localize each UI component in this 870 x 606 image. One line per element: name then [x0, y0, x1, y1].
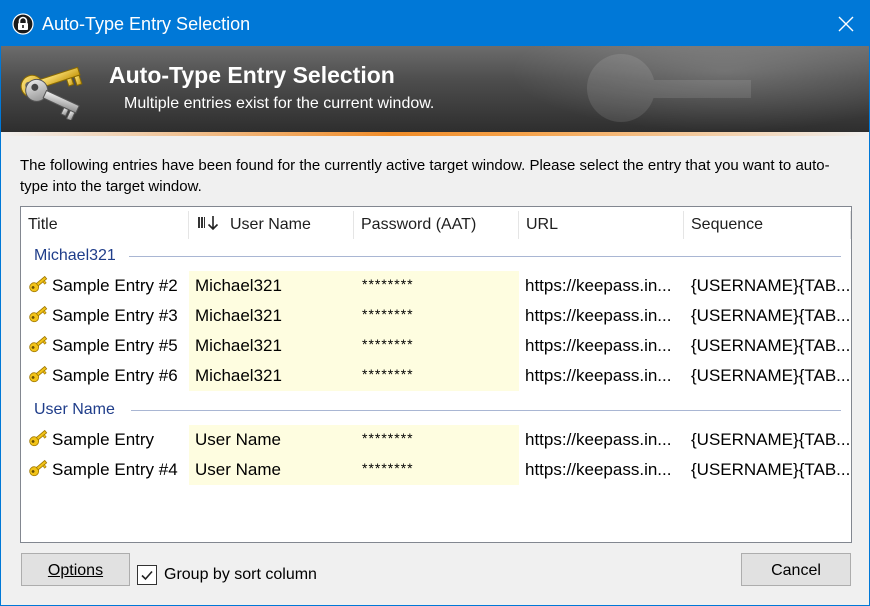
user-name-cell: Michael321 — [189, 301, 354, 331]
password-cell: ******** — [354, 331, 519, 361]
password-cell: ******** — [354, 455, 519, 485]
key-icon — [29, 429, 48, 447]
user-name-cell: Michael321 — [189, 331, 354, 361]
key-icon — [29, 305, 48, 323]
dialog-window: Auto-Type Entry Selection Auto-Type Entr… — [0, 0, 870, 606]
password-cell: ******** — [354, 271, 519, 301]
header-banner: Auto-Type Entry Selection Multiple entri… — [1, 46, 869, 132]
sequence-cell: {USERNAME}{TAB... — [691, 460, 851, 479]
password-cell: ******** — [354, 361, 519, 391]
table-row[interactable]: Sample Entry #5 Michael321 ******** http… — [21, 331, 851, 361]
url-cell: https://keepass.in... — [525, 276, 672, 295]
url-cell: https://keepass.in... — [525, 430, 672, 449]
url-cell: https://keepass.in... — [525, 336, 672, 355]
column-header-password[interactable]: Password (AAT) — [354, 207, 519, 243]
keepass-lock-icon — [12, 13, 34, 35]
banner-watermark-key-icon — [587, 54, 751, 122]
key-icon — [29, 459, 48, 477]
banner-title: Auto-Type Entry Selection — [109, 62, 395, 88]
title-bar[interactable]: Auto-Type Entry Selection — [1, 1, 869, 46]
group-divider — [131, 410, 841, 411]
group-by-sort-column-checkbox[interactable] — [137, 565, 157, 585]
table-row[interactable]: Sample Entry User Name ******** https://… — [21, 425, 851, 455]
column-header-user-name[interactable]: User Name — [189, 207, 354, 243]
column-header-sequence[interactable]: Sequence — [684, 207, 851, 243]
sequence-cell: {USERNAME}{TAB... — [691, 366, 851, 385]
group-by-sort-column-label[interactable]: Group by sort column — [164, 565, 317, 585]
sequence-cell: {USERNAME}{TAB... — [691, 430, 851, 449]
url-cell: https://keepass.in... — [525, 460, 672, 479]
sequence-cell: {USERNAME}{TAB... — [691, 276, 851, 295]
list-header: Title User Name Password (AAT) URL Seque… — [21, 207, 851, 243]
table-row[interactable]: Sample Entry #6 Michael321 ******** http… — [21, 361, 851, 391]
group-header-michael321[interactable]: Michael321 — [21, 245, 851, 267]
keys-icon — [20, 66, 83, 120]
table-row[interactable]: Sample Entry #2 Michael321 ******** http… — [21, 271, 851, 301]
title-cell: Sample Entry — [27, 425, 189, 455]
entry-list[interactable]: Title User Name Password (AAT) URL Seque… — [20, 206, 852, 543]
sequence-cell: {USERNAME}{TAB... — [691, 306, 851, 325]
url-cell: https://keepass.in... — [525, 306, 672, 325]
checkmark-icon — [141, 570, 153, 581]
close-button[interactable] — [823, 1, 869, 46]
column-header-title[interactable]: Title — [21, 207, 189, 243]
title-cell: Sample Entry #3 — [27, 301, 189, 331]
title-cell: Sample Entry #2 — [27, 271, 189, 301]
user-name-cell: Michael321 — [189, 361, 354, 391]
key-icon — [29, 275, 48, 293]
close-icon — [838, 16, 854, 31]
table-row[interactable]: Sample Entry #4 User Name ******** https… — [21, 455, 851, 485]
group-divider — [129, 256, 841, 257]
table-row[interactable]: Sample Entry #3 Michael321 ******** http… — [21, 301, 851, 331]
key-icon — [29, 335, 48, 353]
banner-accent-line — [1, 132, 869, 136]
cancel-button[interactable]: Cancel — [741, 553, 851, 586]
sequence-cell: {USERNAME}{TAB... — [691, 336, 851, 355]
instructions-text: The following entries have been found fo… — [20, 157, 830, 195]
password-cell: ******** — [354, 301, 519, 331]
sort-descending-icon — [198, 216, 219, 231]
key-icon — [29, 365, 48, 383]
user-name-cell: Michael321 — [189, 271, 354, 301]
url-cell: https://keepass.in... — [525, 366, 672, 385]
user-name-cell: User Name — [189, 455, 354, 485]
options-button[interactable]: Options — [21, 553, 130, 586]
column-header-url[interactable]: URL — [519, 207, 684, 243]
options-button-label: Options — [47, 562, 104, 579]
title-cell: Sample Entry #6 — [27, 361, 189, 391]
title-cell: Sample Entry #5 — [27, 331, 189, 361]
banner-subtitle: Multiple entries exist for the current w… — [124, 95, 435, 112]
title-cell: Sample Entry #4 — [27, 455, 189, 485]
window-title: Auto-Type Entry Selection — [42, 14, 251, 34]
group-header-user-name[interactable]: User Name — [21, 399, 851, 421]
user-name-cell: User Name — [189, 425, 354, 455]
password-cell: ******** — [354, 425, 519, 455]
